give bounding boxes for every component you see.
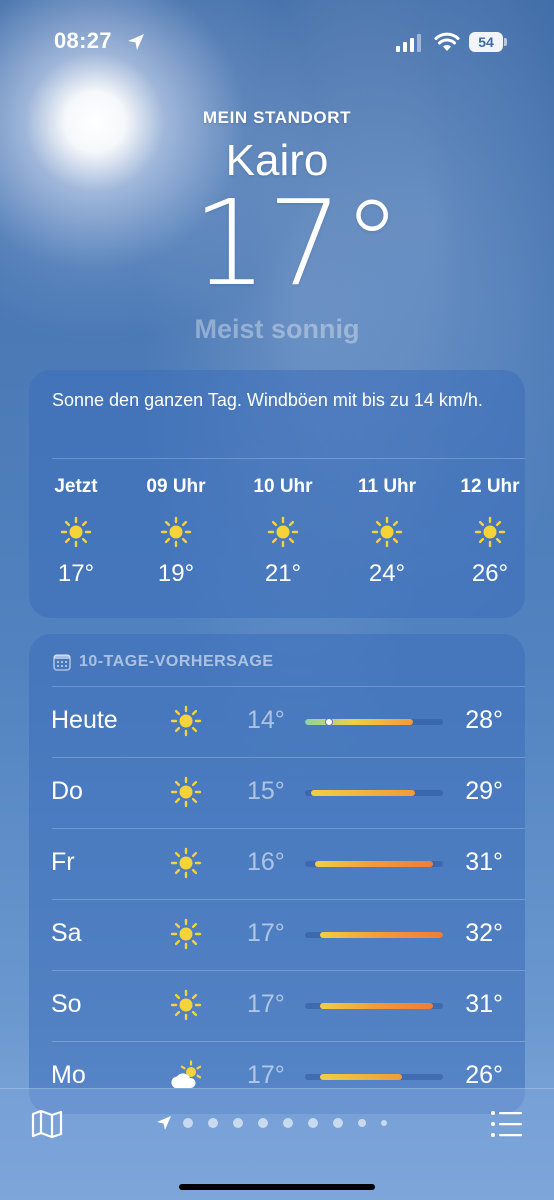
hour-label: 09 Uhr xyxy=(146,476,206,497)
page-dot xyxy=(283,1118,293,1128)
hour-temperature: 21° xyxy=(264,560,302,587)
sun-icon xyxy=(169,775,203,809)
status-bar: 08:27 54 xyxy=(0,24,554,60)
forecast-header: 10-TAGE-VORHERSAGE xyxy=(53,652,274,672)
temperature-range-bar xyxy=(305,1003,443,1009)
wifi-icon xyxy=(434,32,460,51)
day-name: Mo xyxy=(51,1061,86,1089)
hourly-forecast-card[interactable]: Sonne den ganzen Tag. Windböen mit bis z… xyxy=(29,370,525,618)
hour-temperature: 24° xyxy=(368,560,406,587)
page-dot xyxy=(233,1118,243,1128)
hour-temperature: 26° xyxy=(471,560,509,587)
hour-label: 12 Uhr xyxy=(460,476,520,497)
temperature-range-fill xyxy=(320,1003,434,1009)
low-temperature: 17° xyxy=(247,1061,285,1089)
hour-label: 11 Uhr xyxy=(357,476,417,497)
low-temperature: 15° xyxy=(247,777,285,805)
sun-icon xyxy=(59,515,93,549)
current-weather-header: MEIN STANDORT Kairo 17° Meist sonnig xyxy=(0,108,554,345)
sun-icon xyxy=(159,515,193,549)
high-temperature: 31° xyxy=(465,848,503,876)
status-time: 08:27 xyxy=(54,28,112,53)
day-name: Sa xyxy=(51,919,82,947)
sun-icon xyxy=(169,988,203,1022)
location-label: MEIN STANDORT xyxy=(202,108,352,127)
page-dot xyxy=(183,1118,193,1128)
divider xyxy=(52,458,525,459)
battery-level: 54 xyxy=(469,32,503,52)
forecast-row[interactable]: Fr 16° 31° xyxy=(29,828,525,898)
ten-day-forecast-card[interactable]: 10-TAGE-VORHERSAGE Heute 14° 28° Do 15° 29° Fr… xyxy=(29,634,525,1114)
temperature-range-fill xyxy=(310,790,416,796)
bottom-toolbar xyxy=(0,1088,554,1200)
list-icon[interactable] xyxy=(490,1109,524,1139)
sun-icon xyxy=(169,846,203,880)
sun-icon xyxy=(370,515,404,549)
page-dot xyxy=(208,1118,218,1128)
high-temperature: 29° xyxy=(465,777,503,805)
hourly-item: 11 Uhr 24° xyxy=(342,476,432,588)
low-temperature: 17° xyxy=(247,919,285,947)
high-temperature: 26° xyxy=(465,1061,503,1089)
forecast-title: 10-TAGE-VORHERSAGE xyxy=(79,653,274,670)
day-name: Heute xyxy=(51,706,118,734)
low-temperature: 17° xyxy=(247,990,285,1018)
day-name: Do xyxy=(51,777,83,805)
weather-summary: Sonne den ganzen Tag. Windböen mit bis z… xyxy=(52,390,483,410)
page-dot xyxy=(381,1120,387,1126)
temperature-range-bar xyxy=(305,861,443,867)
hour-label: 10 Uhr xyxy=(253,476,313,497)
page-dot xyxy=(308,1118,318,1128)
sun-icon xyxy=(169,704,203,738)
forecast-row[interactable]: Heute 14° 28° xyxy=(29,686,525,756)
hour-temperature: 17° xyxy=(57,560,95,587)
location-arrow-icon xyxy=(128,34,144,50)
temperature-range-bar xyxy=(305,932,443,938)
temperature-range-bar xyxy=(305,790,443,796)
temperature-range-bar xyxy=(305,719,443,725)
calendar-icon xyxy=(53,654,71,671)
high-temperature: 32° xyxy=(465,919,503,947)
day-name: Fr xyxy=(51,848,75,876)
hourly-item: Jetzt 17° xyxy=(31,476,121,588)
current-temperature-dot xyxy=(324,719,333,725)
condition-text: Meist sonnig xyxy=(194,314,360,344)
page-indicator[interactable] xyxy=(156,1115,402,1131)
page-dot xyxy=(333,1118,343,1128)
hourly-item: 09 Uhr 19° xyxy=(131,476,221,588)
page-dot xyxy=(358,1119,366,1127)
current-temperature: 17° xyxy=(192,174,402,312)
hour-temperature: 19° xyxy=(157,560,195,587)
map-icon[interactable] xyxy=(30,1107,64,1141)
page-dot xyxy=(258,1118,268,1128)
low-temperature: 14° xyxy=(247,706,285,734)
low-temperature: 16° xyxy=(247,848,285,876)
temperature-range-fill xyxy=(320,1074,402,1080)
sun-icon xyxy=(169,917,203,951)
hourly-item: 12 Uhr 26° xyxy=(445,476,525,588)
forecast-row[interactable]: So 17° 31° xyxy=(29,970,525,1040)
high-temperature: 28° xyxy=(465,706,503,734)
temperature-range-bar xyxy=(305,1074,443,1080)
high-temperature: 31° xyxy=(465,990,503,1018)
battery-indicator: 54 xyxy=(469,32,507,52)
home-indicator xyxy=(179,1184,375,1190)
current-location-arrow-icon xyxy=(157,1116,171,1130)
sun-icon xyxy=(266,515,300,549)
temperature-range-fill xyxy=(320,932,443,938)
temperature-range-fill xyxy=(305,719,413,725)
battery-cap xyxy=(504,38,507,46)
day-name: So xyxy=(51,990,82,1018)
sun-icon xyxy=(473,515,507,549)
hour-label: Jetzt xyxy=(54,476,98,497)
cellular-signal-icon xyxy=(396,34,421,52)
forecast-row[interactable]: Do 15° 29° xyxy=(29,757,525,827)
hourly-item: 10 Uhr 21° xyxy=(238,476,328,588)
forecast-row[interactable]: Sa 17° 32° xyxy=(29,899,525,969)
temperature-range-fill xyxy=(314,861,434,867)
